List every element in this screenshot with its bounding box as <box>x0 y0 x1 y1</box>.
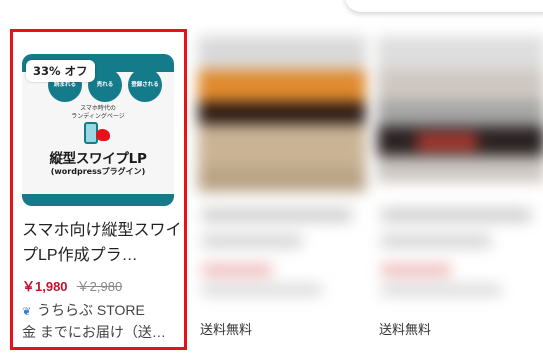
thumbnail-bottom-band <box>22 194 174 206</box>
current-price: ￥1,980 <box>22 279 68 294</box>
thumbnail-subheadline: (wordpressプラグイン) <box>50 167 146 176</box>
product-thumbnail[interactable]: 読まれる 売れる 登録される 33% オフ スマホ時代の ランディングページ 縦… <box>22 54 174 206</box>
delivery-estimate: 金 までにお届け（送… <box>22 324 166 340</box>
price-row: ￥1,980 ￥2,980 <box>22 276 122 295</box>
product-card[interactable]: 読まれる 売れる 登録される 33% オフ スマホ時代の ランディングページ 縦… <box>10 29 187 350</box>
original-price: ￥2,980 <box>76 279 123 294</box>
search-bar-edge[interactable] <box>345 0 543 12</box>
feature-circle: 登録される <box>128 68 162 102</box>
store-info[interactable]: ❦ うちらぶ STORE <box>22 300 182 320</box>
discount-badge: 33% オフ <box>26 60 95 82</box>
store-name: うちらぶ STORE <box>37 302 145 318</box>
free-shipping-label: 送料無料 <box>200 322 253 337</box>
pointing-hand-icon <box>96 129 110 141</box>
store-logo-icon: ❦ <box>22 306 32 318</box>
free-shipping-label: 送料無料 <box>379 322 432 337</box>
product-title[interactable]: スマホ向け縦型スワイプLP作成プラ… <box>22 218 182 268</box>
product-card-blurred[interactable] <box>198 36 366 298</box>
thumbnail-caption: スマホ時代の ランディングページ <box>71 105 125 121</box>
thumbnail-headline: 縦型スワイプLP <box>49 151 147 167</box>
product-card-blurred[interactable] <box>377 36 543 298</box>
product-grid-page: 読まれる 売れる 登録される 33% オフ スマホ時代の ランディングページ 縦… <box>0 0 543 361</box>
